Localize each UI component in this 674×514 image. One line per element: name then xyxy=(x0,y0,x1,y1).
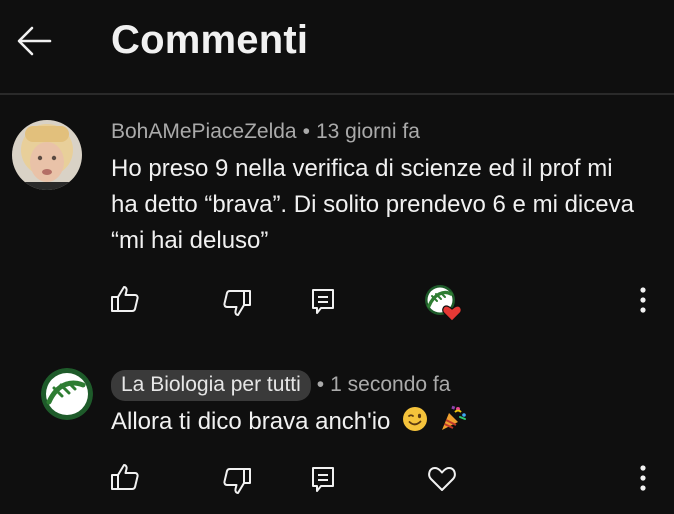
more-vert-icon[interactable] xyxy=(627,462,659,494)
dislike-icon[interactable] xyxy=(221,287,253,319)
meta-separator: • xyxy=(316,373,325,396)
dislike-icon[interactable] xyxy=(221,465,253,497)
avatar-channel[interactable] xyxy=(41,368,93,420)
meta-separator: • xyxy=(302,120,310,143)
more-vert-icon[interactable] xyxy=(627,284,659,316)
creator-author-chip[interactable]: La Biologia per tutti xyxy=(111,370,311,401)
comment-meta: BohAMePiaceZelda • 13 giorni fa xyxy=(111,120,420,144)
comment-time: 13 giorni fa xyxy=(315,120,420,143)
heart-outline-icon[interactable] xyxy=(426,462,458,494)
reply-text-row: Allora ti dico brava anch'io xyxy=(111,403,611,444)
avatar-user[interactable] xyxy=(12,120,82,190)
reply-meta: La Biologia per tutti • 1 secondo fa xyxy=(111,370,450,401)
app-header: Commenti xyxy=(0,0,674,90)
like-icon[interactable] xyxy=(109,283,141,315)
comment-author[interactable]: BohAMePiaceZelda xyxy=(111,120,297,143)
reply-icon[interactable] xyxy=(307,463,339,495)
wink-emoji-icon xyxy=(401,405,429,444)
creator-heart-icon xyxy=(424,284,462,322)
header-divider xyxy=(0,93,674,95)
page-title: Commenti xyxy=(111,18,309,62)
like-icon[interactable] xyxy=(109,461,141,493)
party-popper-emoji-icon xyxy=(438,403,468,444)
back-arrow-icon[interactable] xyxy=(14,24,54,58)
comment-text: Ho preso 9 nella verifica di scienze ed … xyxy=(111,155,634,254)
reply-text: Allora ti dico brava anch'io xyxy=(111,408,391,435)
reply-icon[interactable] xyxy=(307,285,339,317)
comment-time: 1 secondo fa xyxy=(330,373,451,396)
